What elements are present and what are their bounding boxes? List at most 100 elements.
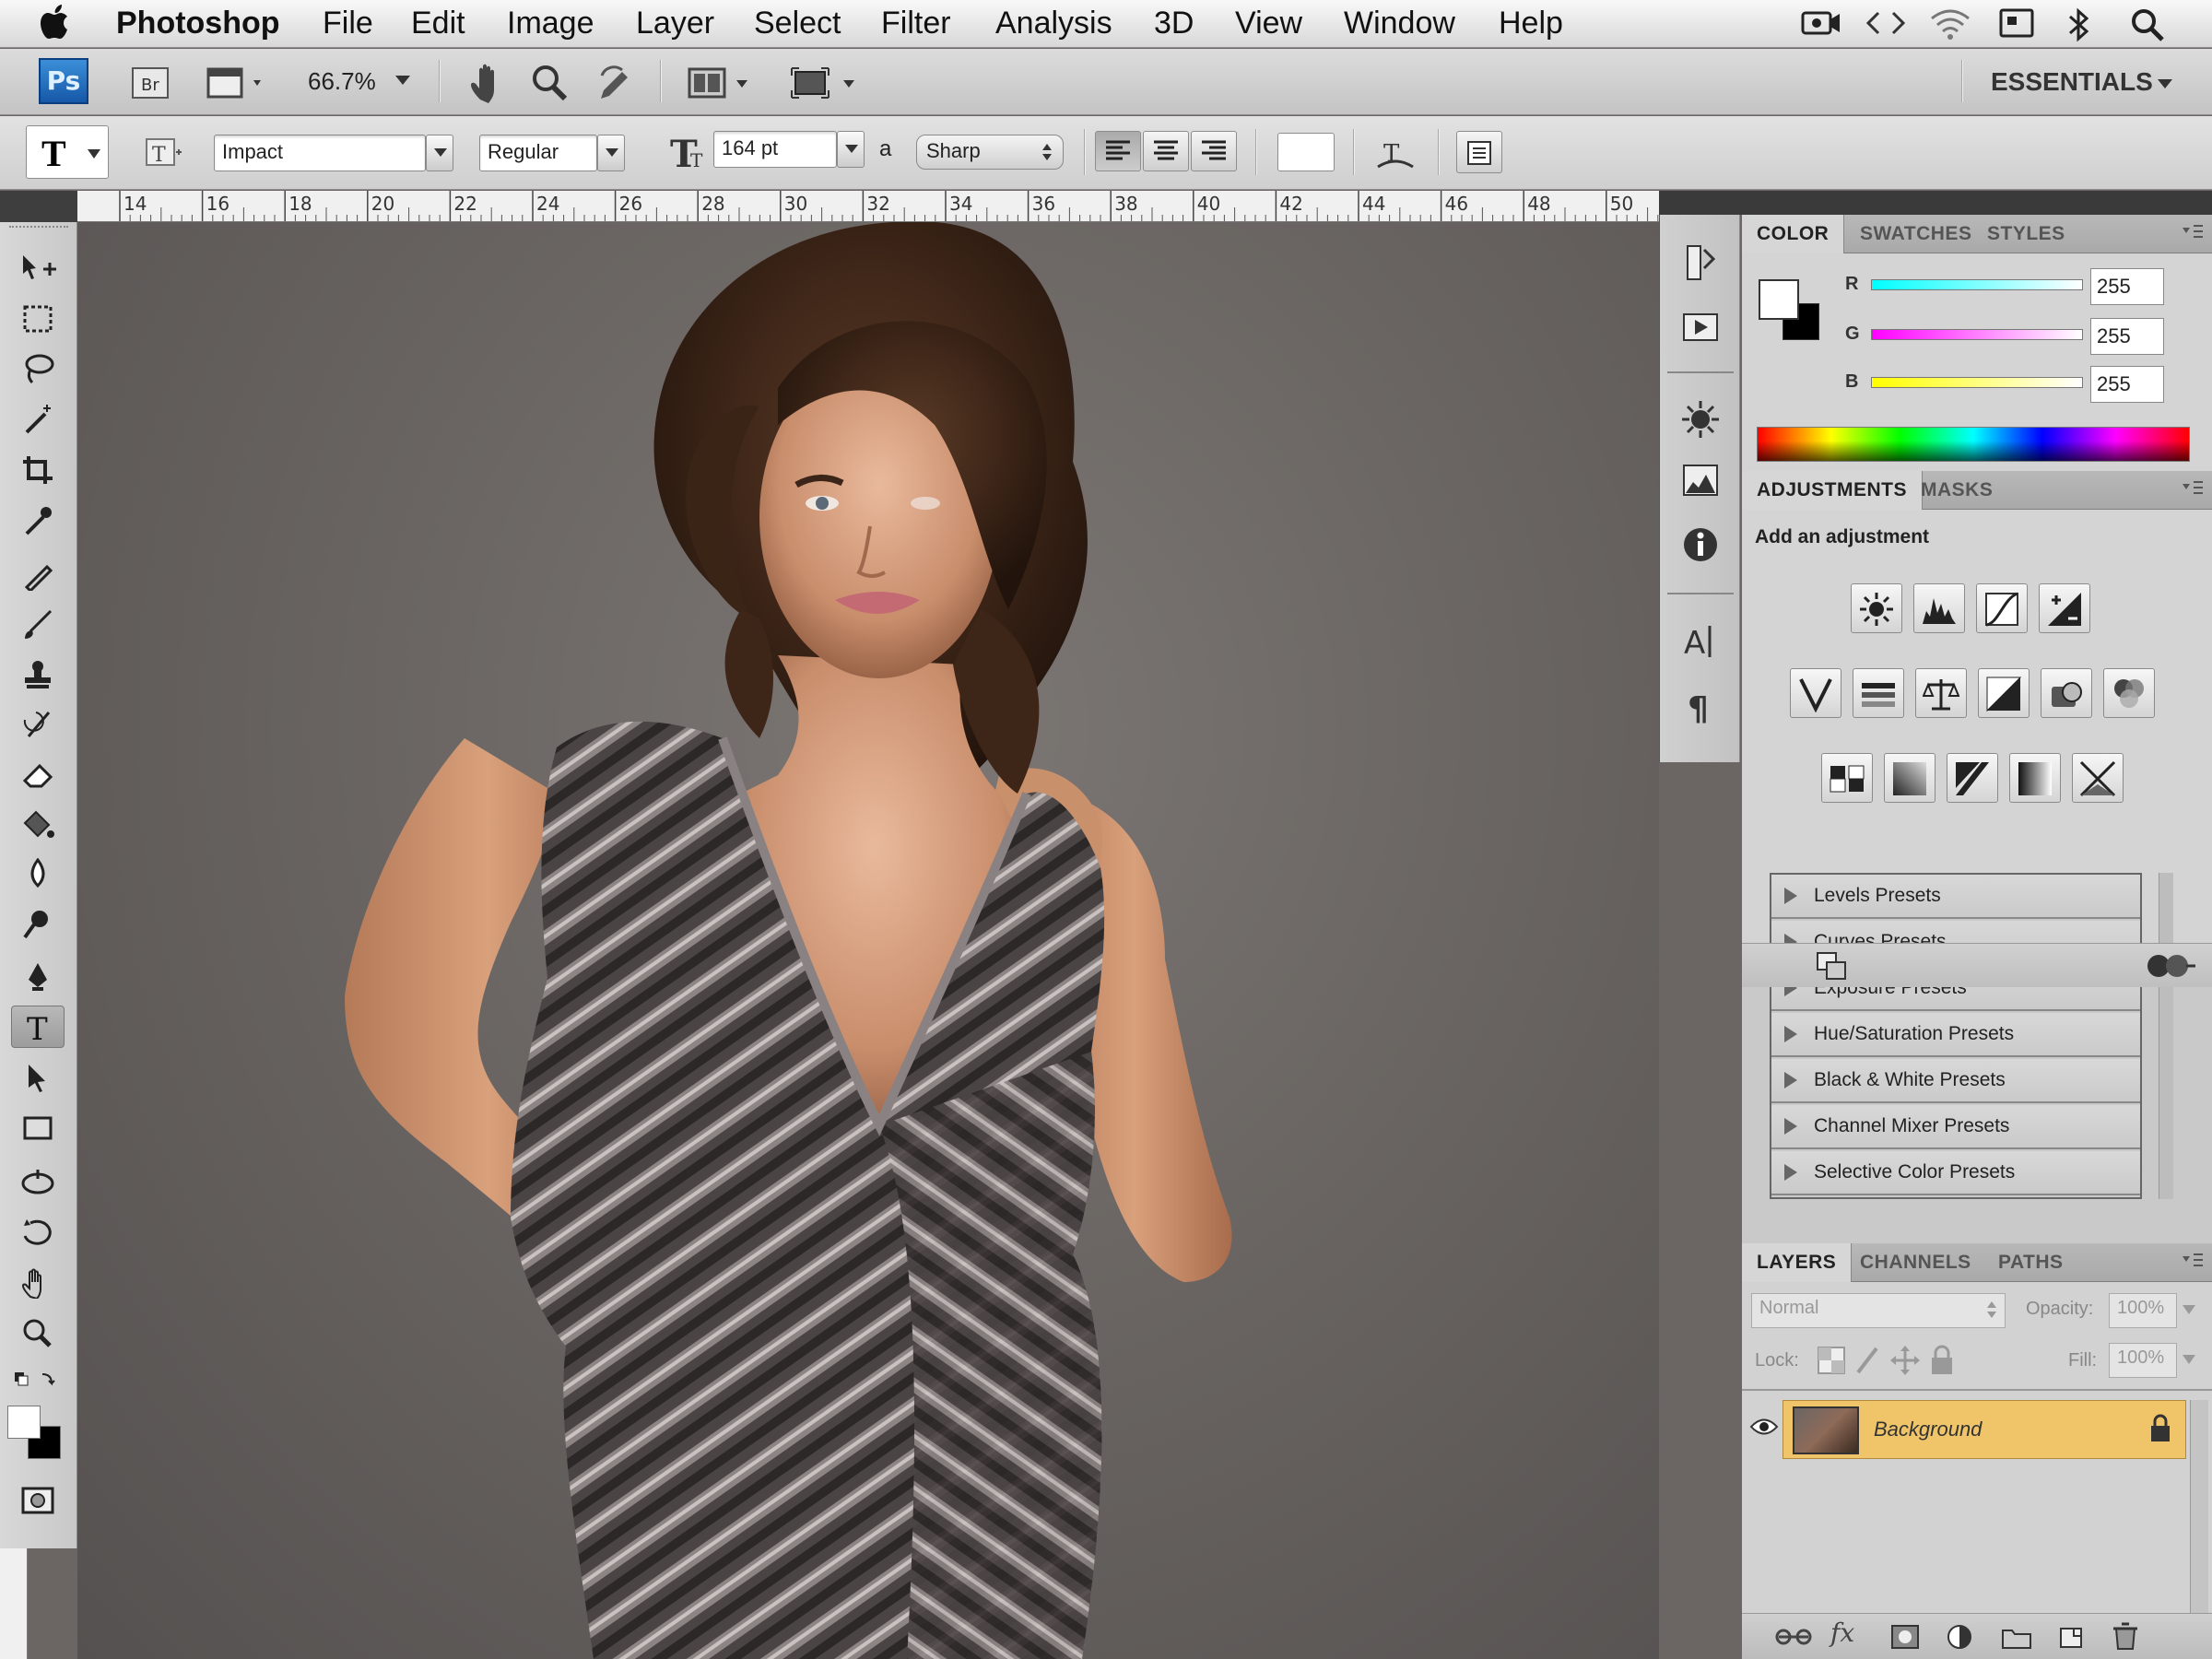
actions-panel-icon[interactable] bbox=[1680, 307, 1721, 347]
r-value-field[interactable]: 255 bbox=[2090, 268, 2164, 305]
align-center-button[interactable] bbox=[1143, 131, 1189, 171]
panel-menu-icon[interactable] bbox=[2181, 478, 2205, 499]
tab-channels[interactable]: CHANNELS bbox=[1845, 1243, 1986, 1282]
menu-analysis[interactable]: Analysis bbox=[995, 6, 1112, 41]
rotate-view-icon[interactable] bbox=[594, 62, 636, 104]
eyedropper-tool-icon[interactable] bbox=[11, 499, 65, 541]
layer-name[interactable]: Background bbox=[1874, 1418, 1982, 1441]
bridge-icon[interactable]: Br bbox=[129, 64, 171, 102]
crop-tool-icon[interactable] bbox=[11, 449, 65, 491]
exposure-icon[interactable] bbox=[2039, 583, 2090, 633]
workspace-dropdown-icon[interactable] bbox=[2157, 76, 2173, 91]
font-size-field[interactable]: 164 pt bbox=[713, 131, 837, 168]
channel-mixer-icon[interactable] bbox=[2103, 668, 2155, 718]
code-arrows-icon[interactable] bbox=[1865, 7, 1906, 39]
toggle-text-orientation-icon[interactable]: T bbox=[140, 133, 184, 175]
lock-transparent-icon[interactable] bbox=[1816, 1345, 1847, 1376]
brightness-contrast-icon[interactable] bbox=[1851, 583, 1902, 633]
tab-styles[interactable]: STYLES bbox=[1972, 215, 2080, 253]
view-previous-state-icon[interactable] bbox=[2146, 949, 2197, 982]
menu-filter[interactable]: Filter bbox=[881, 6, 951, 41]
new-adjustment-layer-icon[interactable] bbox=[1945, 1623, 1974, 1651]
selective-color-icon[interactable] bbox=[2072, 753, 2124, 803]
history-brush-tool-icon[interactable] bbox=[11, 703, 65, 746]
screen-icon[interactable] bbox=[1998, 7, 2035, 41]
align-right-button[interactable] bbox=[1191, 131, 1237, 171]
warp-text-icon[interactable]: T bbox=[1371, 131, 1419, 175]
font-family-dropdown[interactable] bbox=[426, 135, 453, 171]
color-panel-foreground-swatch[interactable] bbox=[1759, 279, 1799, 320]
swap-colors-icon[interactable] bbox=[11, 1363, 65, 1391]
move-tool-icon[interactable] bbox=[11, 248, 65, 290]
blur-tool-icon[interactable] bbox=[11, 853, 65, 895]
lasso-tool-icon[interactable] bbox=[11, 347, 65, 390]
tool-preset-picker[interactable]: T bbox=[26, 125, 109, 179]
vertical-ruler[interactable] bbox=[0, 1548, 28, 1659]
character-panel-icon[interactable]: A bbox=[1680, 620, 1721, 661]
hue-saturation-icon[interactable] bbox=[1853, 668, 1904, 718]
curves-icon[interactable] bbox=[1976, 583, 2028, 633]
foreground-color-swatch[interactable] bbox=[7, 1406, 41, 1439]
lock-image-icon[interactable] bbox=[1853, 1345, 1884, 1376]
spotlight-search-icon[interactable] bbox=[2129, 7, 2166, 42]
pen-tool-icon[interactable] bbox=[11, 956, 65, 998]
hand-tool-icon[interactable] bbox=[11, 1262, 65, 1304]
layers-scrollbar[interactable] bbox=[2190, 1400, 2208, 1621]
opacity-field[interactable]: 100% bbox=[2109, 1293, 2177, 1328]
opacity-dropdown-icon[interactable] bbox=[2183, 1304, 2195, 1315]
invert-icon[interactable] bbox=[1821, 753, 1873, 803]
histogram-panel-icon[interactable] bbox=[1680, 460, 1721, 500]
new-group-icon[interactable] bbox=[2000, 1623, 2033, 1651]
align-left-button[interactable] bbox=[1095, 131, 1141, 171]
hand-tool-icon[interactable] bbox=[468, 62, 509, 104]
black-white-icon[interactable] bbox=[1978, 668, 2030, 718]
info-panel-icon[interactable] bbox=[1680, 524, 1721, 565]
horizontal-ruler[interactable]: 14 16 18 20 22 24 26 28 30 32 34 36 38 40 42 44 46 48 50 bbox=[77, 191, 1659, 222]
preset-black-white[interactable]: Black & White Presets bbox=[1771, 1059, 2140, 1103]
lock-all-icon[interactable] bbox=[1926, 1345, 1958, 1376]
document-canvas[interactable] bbox=[77, 222, 1659, 1659]
character-paragraph-panels-button[interactable] bbox=[1456, 131, 1502, 173]
font-style-field[interactable]: Regular bbox=[479, 135, 597, 171]
history-panel-icon[interactable] bbox=[1680, 242, 1721, 283]
view-extras-icon[interactable] bbox=[205, 64, 271, 102]
new-layer-icon[interactable] bbox=[2055, 1623, 2087, 1651]
presets-scrollbar[interactable] bbox=[2159, 873, 2173, 1199]
r-slider[interactable] bbox=[1871, 279, 2083, 290]
font-style-dropdown[interactable] bbox=[597, 135, 625, 171]
tab-paths[interactable]: PATHS bbox=[1983, 1243, 2078, 1282]
arrange-documents-icon[interactable] bbox=[686, 64, 758, 102]
tab-masks[interactable]: MASKS bbox=[1906, 471, 2007, 510]
apple-icon[interactable] bbox=[41, 4, 74, 41]
tab-swatches[interactable]: SWATCHES bbox=[1845, 215, 1986, 253]
eraser-tool-icon[interactable] bbox=[11, 753, 65, 795]
preset-hue-saturation[interactable]: Hue/Saturation Presets bbox=[1771, 1013, 2140, 1057]
layer-visibility-toggle[interactable] bbox=[1746, 1400, 1783, 1457]
menu-file[interactable]: File bbox=[323, 6, 373, 41]
gradient-map-icon[interactable] bbox=[2009, 753, 2061, 803]
marquee-tool-icon[interactable] bbox=[11, 298, 65, 340]
type-tool-icon[interactable]: T bbox=[11, 1006, 65, 1048]
font-size-dropdown[interactable] bbox=[837, 131, 865, 168]
preset-selective-color[interactable]: Selective Color Presets bbox=[1771, 1151, 2140, 1195]
panel-menu-icon[interactable] bbox=[2181, 1251, 2205, 1271]
3d-rotate-tool-icon[interactable] bbox=[11, 1162, 65, 1205]
menu-3d[interactable]: 3D bbox=[1154, 6, 1194, 41]
menu-app-name[interactable]: Photoshop bbox=[116, 6, 280, 41]
text-color-swatch[interactable] bbox=[1277, 133, 1335, 171]
zoom-dropdown-icon[interactable] bbox=[394, 73, 411, 88]
bluetooth-icon[interactable] bbox=[2065, 7, 2092, 42]
magic-wand-tool-icon[interactable] bbox=[11, 397, 65, 440]
menu-layer[interactable]: Layer bbox=[636, 6, 714, 41]
tools-panel-grip[interactable] bbox=[9, 226, 68, 231]
g-value-field[interactable]: 255 bbox=[2090, 318, 2164, 355]
panel-dock-header[interactable] bbox=[1659, 191, 2212, 215]
antialias-select[interactable]: Sharp bbox=[916, 135, 1064, 170]
b-slider[interactable] bbox=[1871, 377, 2083, 388]
threshold-icon[interactable] bbox=[1947, 753, 1998, 803]
b-value-field[interactable]: 255 bbox=[2090, 366, 2164, 403]
zoom-tool-icon[interactable] bbox=[529, 62, 570, 104]
path-selection-tool-icon[interactable] bbox=[11, 1057, 65, 1100]
photo-filter-icon[interactable] bbox=[2041, 668, 2092, 718]
dodge-tool-icon[interactable] bbox=[11, 902, 65, 945]
